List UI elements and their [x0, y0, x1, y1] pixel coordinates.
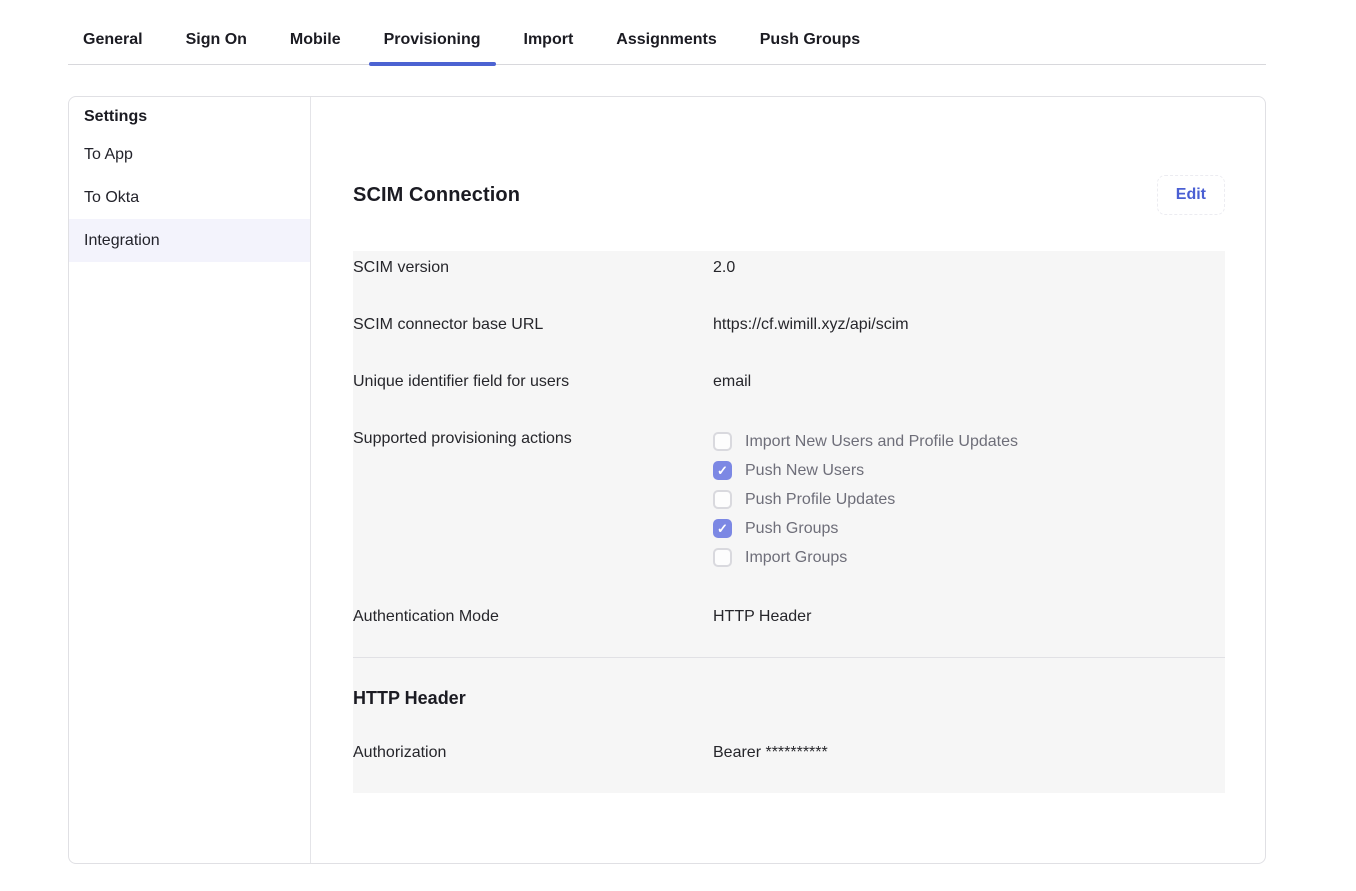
detail-label: Authentication Mode	[353, 605, 713, 629]
subsection-rows: AuthorizationBearer **********	[353, 736, 1225, 793]
sidebar-item-to-okta[interactable]: To Okta	[69, 176, 310, 219]
sidebar-header: Settings	[69, 97, 310, 133]
detail-label: Unique identifier field for users	[353, 370, 713, 394]
provisioning-actions-list: Import New Users and Profile Updates ✓ Pus…	[713, 427, 1018, 572]
detail-row-authentication-mode: Authentication ModeHTTP Header	[353, 600, 1225, 657]
checkbox-unchecked-icon[interactable]	[713, 490, 732, 509]
sidebar-item-to-app[interactable]: To App	[69, 133, 310, 176]
sidebar-items: To AppTo OktaIntegration	[69, 133, 310, 262]
checkbox-label: Import Groups	[745, 546, 847, 570]
detail-rows: SCIM version2.0SCIM connector base URLht…	[353, 251, 1225, 657]
tab-mobile[interactable]: Mobile	[275, 28, 356, 64]
subsection-title: HTTP Header	[353, 658, 1225, 736]
checkbox-label: Push Profile Updates	[745, 488, 895, 512]
detail-row-scim-connector-base-url: SCIM connector base URLhttps://cf.wimill…	[353, 308, 1225, 365]
checkbox-row-import-new-users-and-profile-updates: Import New Users and Profile Updates	[713, 427, 1018, 456]
checkbox-label: Import New Users and Profile Updates	[745, 430, 1018, 454]
checkbox-checked-icon[interactable]: ✓	[713, 461, 732, 480]
checkbox-row-push-profile-updates: Push Profile Updates	[713, 485, 1018, 514]
provisioning-panel: Settings To AppTo OktaIntegration SCIM C…	[68, 96, 1266, 864]
checkbox-row-push-groups: ✓ Push Groups	[713, 514, 1018, 543]
checkbox-row-import-groups: Import Groups	[713, 543, 1018, 572]
detail-value: email	[713, 370, 751, 394]
detail-label: Authorization	[353, 741, 713, 765]
app-tab-bar: General Sign On Mobile Provisioning Import As…	[68, 0, 1266, 65]
tab-general[interactable]: General	[68, 28, 158, 64]
tab-push-groups[interactable]: Push Groups	[745, 28, 875, 64]
detail-value: https://cf.wimill.xyz/api/scim	[713, 313, 909, 337]
tab-sign-on[interactable]: Sign On	[171, 28, 262, 64]
detail-row-authorization: AuthorizationBearer **********	[353, 736, 1225, 793]
tab-provisioning[interactable]: Provisioning	[369, 28, 496, 64]
detail-row-scim-version: SCIM version2.0	[353, 251, 1225, 308]
detail-label: SCIM version	[353, 256, 713, 280]
detail-value: HTTP Header	[713, 605, 811, 629]
checkbox-label: Push New Users	[745, 459, 864, 483]
section-header: SCIM Connection Edit	[353, 175, 1225, 215]
detail-value: 2.0	[713, 256, 735, 280]
detail-label: Supported provisioning actions	[353, 427, 713, 572]
scim-details-block: SCIM version2.0SCIM connector base URLht…	[353, 251, 1225, 793]
page-title: SCIM Connection	[353, 184, 520, 207]
scim-connection-section: SCIM Connection Edit SCIM version2.0SCIM…	[311, 97, 1267, 863]
sidebar-item-integration[interactable]: Integration	[69, 219, 310, 262]
checkbox-checked-icon[interactable]: ✓	[713, 519, 732, 538]
checkbox-unchecked-icon[interactable]	[713, 548, 732, 567]
detail-row-unique-identifier-field-for-users: Unique identifier field for usersemail	[353, 365, 1225, 422]
detail-value: Bearer **********	[713, 741, 828, 765]
settings-sidebar: Settings To AppTo OktaIntegration	[69, 97, 311, 863]
checkbox-row-push-new-users: ✓ Push New Users	[713, 456, 1018, 485]
tab-assignments[interactable]: Assignments	[601, 28, 731, 64]
tab-import[interactable]: Import	[509, 28, 589, 64]
checkbox-label: Push Groups	[745, 517, 838, 541]
detail-row-supported-provisioning-actions: Supported provisioning actions Import New…	[353, 422, 1225, 600]
edit-button[interactable]: Edit	[1157, 175, 1225, 215]
detail-label: SCIM connector base URL	[353, 313, 713, 337]
checkbox-unchecked-icon[interactable]	[713, 432, 732, 451]
